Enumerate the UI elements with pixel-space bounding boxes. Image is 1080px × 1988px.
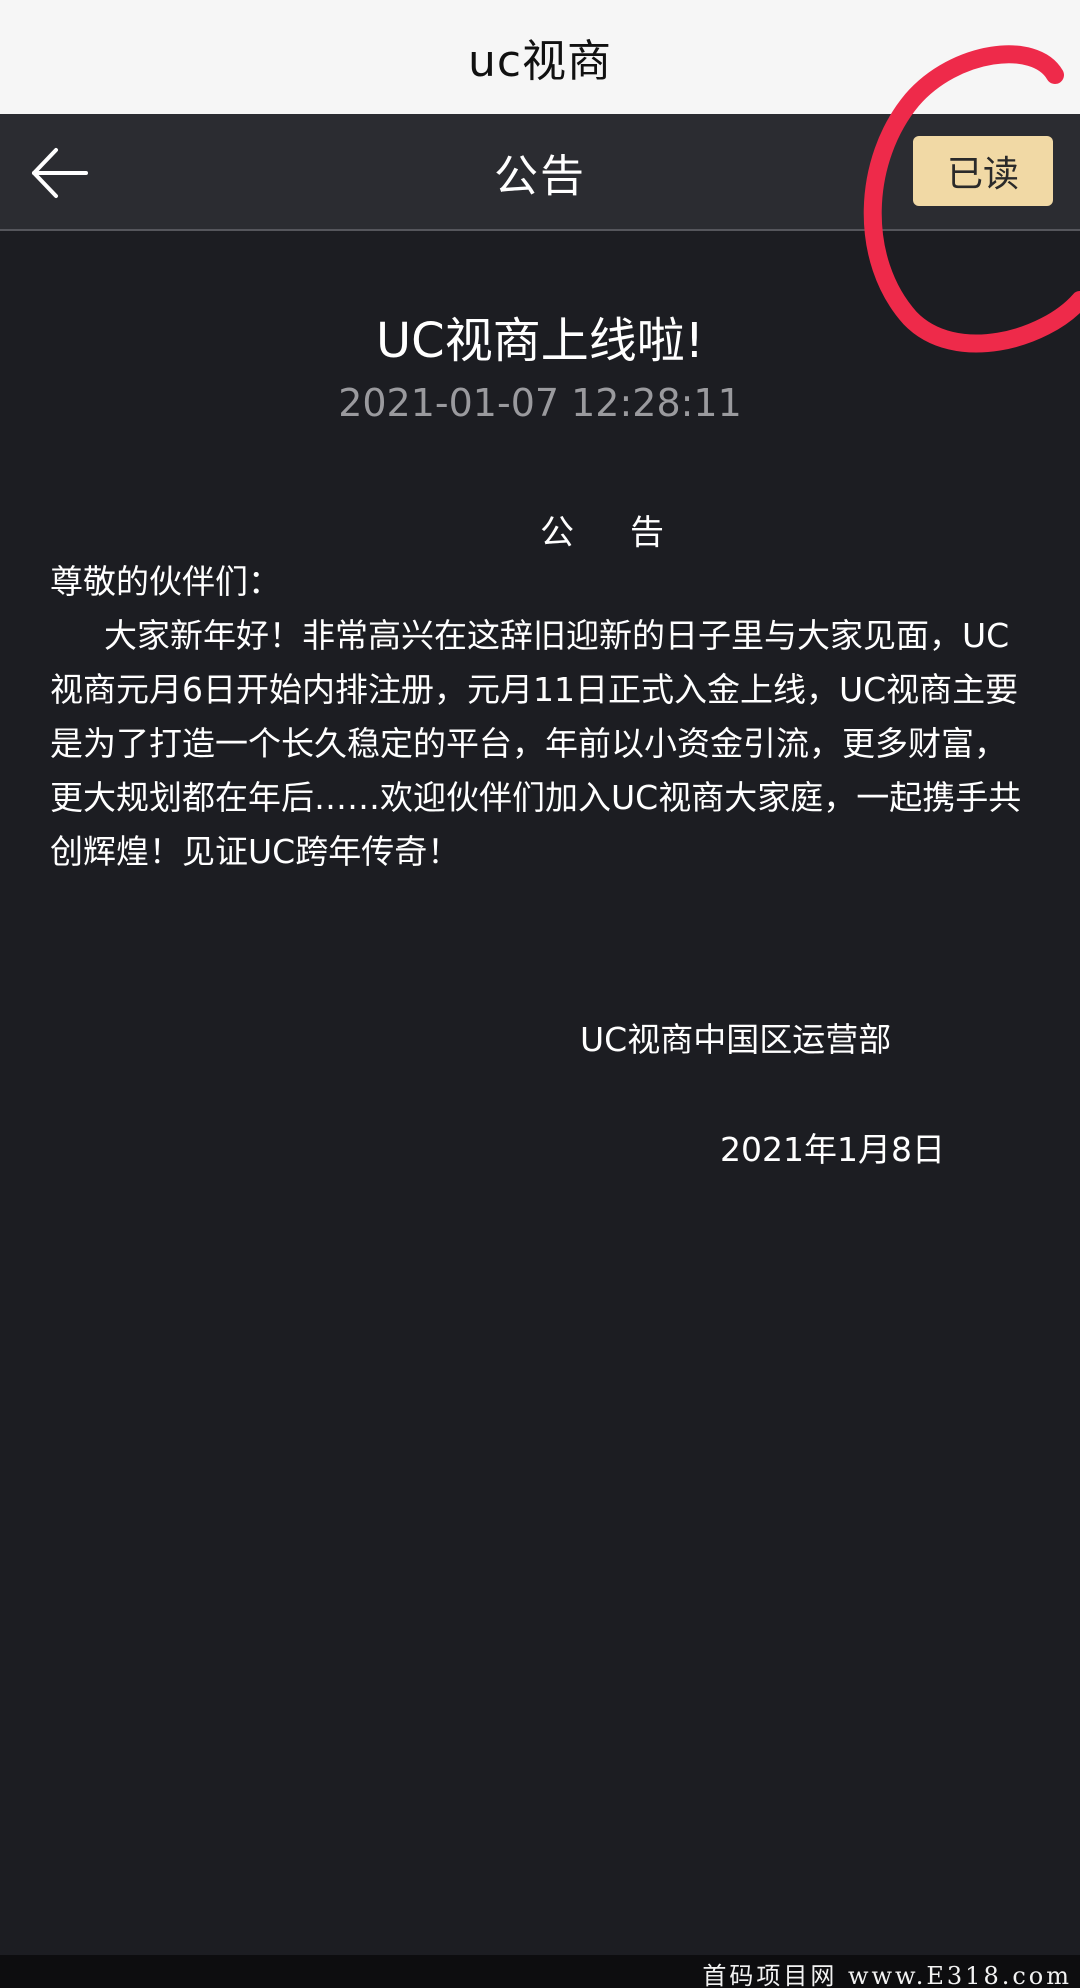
notice-title: UC视商上线啦!: [376, 313, 704, 369]
notice-greeting: 尊敬的伙伴们：: [50, 562, 281, 601]
notice-signature: UC视商中国区运营部: [580, 1020, 892, 1059]
navbar: 公告 已读: [0, 114, 1080, 231]
notice-paragraph-text: 大家新年好！非常高兴在这辞旧迎新的日子里与大家见面，UC视商元月6日开始内排注册…: [50, 616, 1022, 871]
notice-signature-date: 2021年1月8日: [720, 1130, 945, 1169]
notice-datetime: 2021-01-07 12:28:11: [338, 381, 742, 425]
watermark-text: 首码项目网 www.E318.com: [702, 1962, 1072, 1988]
notice-body-heading: 公告: [540, 513, 720, 553]
notice-body: 尊敬的伙伴们： 大家新年好！非常高兴在这辞旧迎新的日子里与大家见面，UC视商元月…: [50, 555, 1030, 879]
mark-read-button[interactable]: 已读: [913, 136, 1053, 206]
browser-title-bar: uc视商: [0, 0, 1080, 114]
browser-title: uc视商: [467, 36, 613, 87]
notice-paragraph: 大家新年好！非常高兴在这辞旧迎新的日子里与大家见面，UC视商元月6日开始内排注册…: [50, 609, 1030, 879]
app-screen: uc视商 公告 已读 UC视商上线啦! 2021-01-07 12:28:11 …: [0, 0, 1080, 1988]
